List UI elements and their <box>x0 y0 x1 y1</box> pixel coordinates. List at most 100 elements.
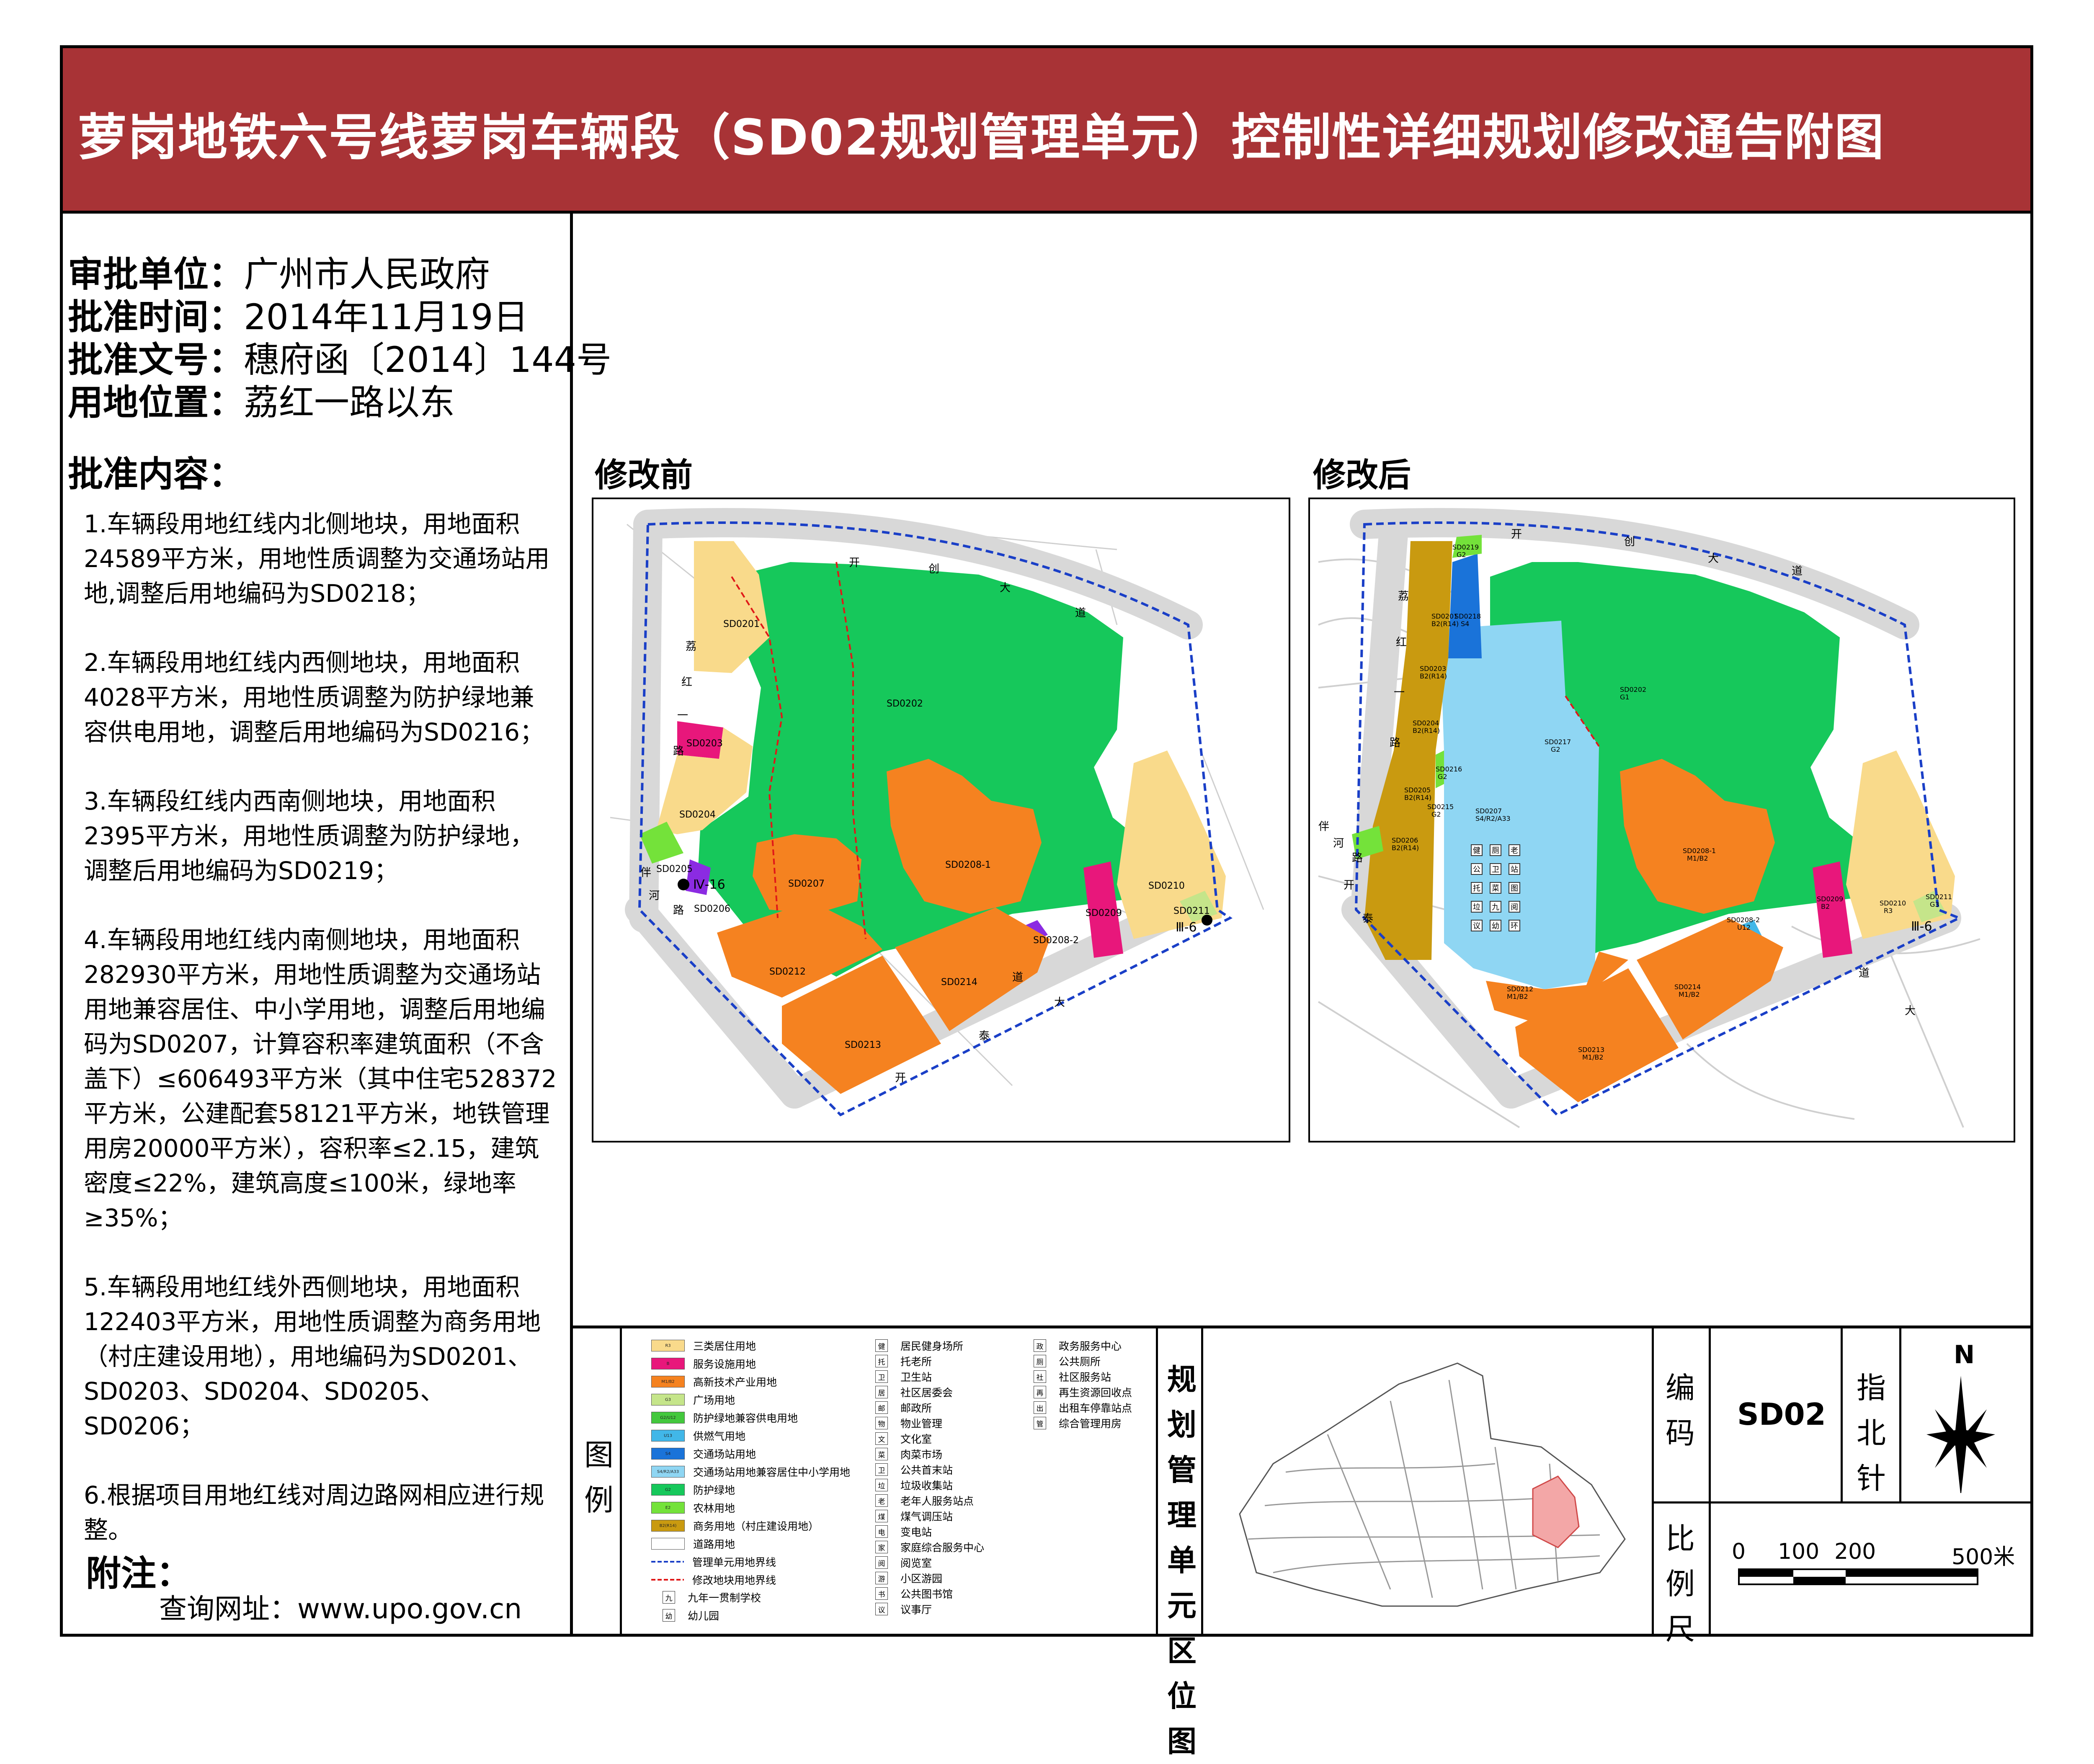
road-label: 道 <box>1075 607 1086 619</box>
legend-icon: 阅阅览室 <box>875 1555 932 1570</box>
label-sd0207-after: SD0207 <box>1475 807 1502 815</box>
facility-icon: 图 <box>1511 884 1518 893</box>
legend-icon: 卫卫生站 <box>875 1369 932 1384</box>
north-arrow-icon: N <box>1926 1340 1995 1493</box>
legend-divider <box>1709 1326 1711 1501</box>
legend-icon: 文文化室 <box>875 1431 932 1446</box>
label-sd0215-after: SD0215 <box>1427 803 1454 811</box>
meta-land-location: 用地位置：荔红一路以东 <box>68 382 455 423</box>
map-after-label: 修改后 <box>1313 456 1411 494</box>
legend-icon: 议议事厅 <box>875 1602 932 1617</box>
legend-divider <box>1841 1326 1843 1501</box>
reading-room-icon: 阅 <box>875 1556 888 1569</box>
label-sd0209: SD0209 <box>1086 908 1122 918</box>
legend-icon: 游小区游园 <box>875 1571 942 1586</box>
content-item-5: 5.车辆段用地红线外西侧地块，用地面积122403平方米，用地性质调整为商务用地… <box>84 1273 541 1440</box>
legend-item-g2: G2 防护绿地 <box>651 1482 735 1497</box>
note-url[interactable]: 查询网址：www.upo.gov.cn <box>159 1586 522 1627</box>
use-sd0212-after: M1/B2 <box>1507 993 1528 1001</box>
road-label: 红 <box>1396 636 1407 649</box>
label-sd0210: SD0210 <box>1148 881 1185 891</box>
map-before-label: 修改前 <box>595 456 693 494</box>
legend-divider <box>1709 1501 1711 1634</box>
road-label: 伴 <box>1318 820 1329 833</box>
facility-icon: 幼 <box>1492 922 1499 931</box>
legend-item-b2r14: B2(R14) 商务用地（村庄建设用地） <box>651 1518 819 1533</box>
map-after-svg: 健 厕 老 公 卫 站 托 菜 图 垃 九 阅 议 幼 环 SD0201 B2(… <box>1318 508 1981 1128</box>
facility-icon: 站 <box>1511 865 1518 874</box>
legend-icon: 健居民健身场所 <box>875 1338 963 1353</box>
road-label: 路 <box>673 745 684 758</box>
use-sd0210-after: R3 <box>1884 907 1893 915</box>
legend-item-revision-boundary: 修改地块用地界线 <box>651 1574 776 1586</box>
road-label: 开 <box>1344 879 1354 892</box>
use-sd0207-after: S4/R2/A33 <box>1475 815 1511 823</box>
legend-icon: 厕公共厕所 <box>1034 1354 1101 1369</box>
marker-iii6-after: Ⅲ-6 <box>1911 919 1932 934</box>
legend-item-g2u12: G2/U12 防护绿地兼容供电用地 <box>651 1410 798 1425</box>
label-sd0209-after: SD0209 <box>1817 895 1843 903</box>
recycling-icon: 再 <box>1034 1386 1046 1398</box>
taxi-stand-icon: 出 <box>1034 1401 1046 1414</box>
legend-item-s4r2a33: S4/R2/A33 交通场站用地兼容居住中小学用地 <box>651 1464 850 1479</box>
facility-icon: 议 <box>1473 922 1480 931</box>
senior-service-icon: 老 <box>875 1494 888 1507</box>
facility-icon: 阅 <box>1511 903 1518 912</box>
use-sd0214-after: M1/B2 <box>1679 990 1700 998</box>
post-office-icon: 邮 <box>875 1401 888 1414</box>
content-item-3: 3.车辆段红线内西南侧地块，用地面积2395平方米，用地性质调整为防护绿地，调整… <box>84 787 534 885</box>
legend-icon: 煤煤气调压站 <box>875 1509 953 1524</box>
government-service-icon: 政 <box>1034 1339 1046 1352</box>
legend-icon: 托托老所 <box>875 1354 932 1369</box>
clinic-icon: 卫 <box>875 1370 888 1383</box>
marker-iii6: Ⅲ-6 <box>1176 920 1197 935</box>
legend-icon-kindergarten: 幼幼儿园 <box>663 1608 719 1623</box>
code-value: SD02 <box>1737 1397 1826 1432</box>
family-service-icon: 家 <box>875 1541 888 1553</box>
use-sd0208-2-after: U12 <box>1737 923 1751 931</box>
road-label: 伴 <box>640 867 651 879</box>
road-label: 开 <box>1511 528 1522 541</box>
label-sd0214: SD0214 <box>941 977 977 988</box>
legend-divider <box>1201 1326 1203 1634</box>
label-sd0212-after: SD0212 <box>1507 985 1533 993</box>
facility-icon: 垃 <box>1473 903 1480 912</box>
property-management-icon: 物 <box>875 1417 888 1429</box>
map-before[interactable]: SD0201 SD0202 SD0203 SD0204 SD0205 SD020… <box>592 498 1290 1142</box>
legend-divider <box>1652 1326 1654 1634</box>
parcel-sd0218-after[interactable] <box>1448 554 1482 658</box>
label-sd0208-2-after: SD0208-2 <box>1727 916 1760 924</box>
use-sd0204-after: B2(R14) <box>1413 727 1440 735</box>
use-sd0205-after: B2(R14) <box>1404 794 1431 802</box>
legend-icon: 电变电站 <box>875 1524 932 1539</box>
meeting-hall-icon: 议 <box>875 1603 888 1615</box>
road-label: 路 <box>1352 852 1363 864</box>
road-label: 泰 <box>1362 913 1373 925</box>
map-after[interactable]: 健 厕 老 公 卫 站 托 菜 图 垃 九 阅 议 幼 环 SD0201 B2(… <box>1308 498 2015 1142</box>
legend-icon: 社社区服务站 <box>1034 1369 1111 1384</box>
culture-room-icon: 文 <box>875 1432 888 1445</box>
parcel-sd0207[interactable] <box>753 834 861 914</box>
road-label: 河 <box>1333 837 1344 850</box>
label-sd0213-after: SD0213 <box>1578 1046 1604 1054</box>
elderly-care-icon: 托 <box>875 1355 888 1367</box>
legend-icon: 管综合管理用房 <box>1034 1416 1122 1431</box>
label-sd0203-after: SD0203 <box>1420 665 1446 673</box>
label-sd0205: SD0205 <box>656 864 693 874</box>
garbage-station-icon: 垃 <box>875 1479 888 1491</box>
use-sd0219-after: G2 <box>1457 551 1466 559</box>
use-sd0206-after: B2(R14) <box>1392 844 1419 852</box>
facility-icon: 九 <box>1492 903 1499 912</box>
road-label: 道 <box>1859 967 1870 980</box>
scale-label: 比例尺 <box>1666 1522 1695 1646</box>
road-label: 荔 <box>686 640 696 653</box>
legend-icon: 再再生资源回收点 <box>1034 1385 1132 1400</box>
code-label: 编码 <box>1666 1371 1695 1450</box>
fitness-icon: 健 <box>875 1339 888 1352</box>
label-sd0208-1-after: SD0208-1 <box>1683 847 1716 855</box>
facility-icon: 托 <box>1473 884 1480 893</box>
legend-item-r3: R3 三类居住用地 <box>651 1338 756 1353</box>
label-sd0201: SD0201 <box>723 619 760 629</box>
road-label: 道 <box>1012 971 1023 984</box>
use-sd0216-after: G2 <box>1438 773 1447 781</box>
